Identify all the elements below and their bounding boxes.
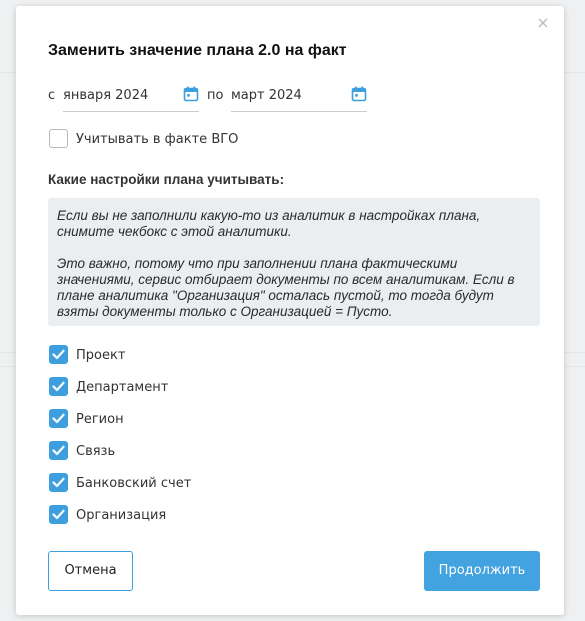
check-icon	[52, 509, 65, 520]
check-icon	[52, 413, 65, 424]
analytic-label[interactable]: Проект	[76, 348, 125, 363]
period-from-value: января 2024	[63, 88, 149, 103]
period-from-prefix: с	[48, 88, 56, 103]
period-from-field[interactable]: января 2024	[63, 82, 199, 112]
period-selector: с января 2024 по март 2024	[48, 82, 388, 112]
note-paragraph: Это важно, потому что при заполнении пла…	[57, 256, 515, 319]
analytic-checkbox-organization[interactable]	[49, 505, 68, 524]
cancel-button[interactable]: Отмена	[48, 551, 133, 591]
vgo-label[interactable]: Учитывать в факте ВГО	[76, 132, 238, 147]
analytic-label[interactable]: Регион	[76, 412, 124, 427]
period-to-value: март 2024	[231, 88, 302, 103]
continue-button[interactable]: Продолжить	[424, 551, 540, 591]
dialog-title: Заменить значение плана 2.0 на факт	[48, 42, 347, 59]
analytic-label[interactable]: Банковский счет	[76, 476, 191, 491]
analytic-label[interactable]: Департамент	[76, 380, 168, 395]
analytic-checkbox-department[interactable]	[49, 377, 68, 396]
settings-note: Если вы не заполнили какую-то из аналити…	[48, 198, 540, 326]
period-separator: по	[207, 88, 224, 103]
period-to-field[interactable]: март 2024	[231, 82, 367, 112]
analytic-label[interactable]: Организация	[76, 508, 166, 523]
analytic-label[interactable]: Связь	[76, 444, 115, 459]
check-icon	[52, 477, 65, 488]
analytic-checkbox-link[interactable]	[49, 441, 68, 460]
close-icon[interactable]: ×	[534, 14, 552, 32]
check-icon	[52, 381, 65, 392]
settings-title: Какие настройки плана учитывать:	[48, 172, 285, 187]
analytic-checkbox-bank-account[interactable]	[49, 473, 68, 492]
check-icon	[52, 349, 65, 360]
check-icon	[52, 445, 65, 456]
calendar-icon[interactable]	[183, 86, 199, 102]
analytic-checkbox-project[interactable]	[49, 345, 68, 364]
note-paragraph: Если вы не заполнили какую-то из аналити…	[57, 208, 481, 239]
analytic-checkbox-region[interactable]	[49, 409, 68, 428]
calendar-icon[interactable]	[351, 86, 367, 102]
replace-plan-dialog: × Заменить значение плана 2.0 на факт с …	[16, 6, 564, 615]
vgo-checkbox[interactable]	[49, 129, 68, 148]
